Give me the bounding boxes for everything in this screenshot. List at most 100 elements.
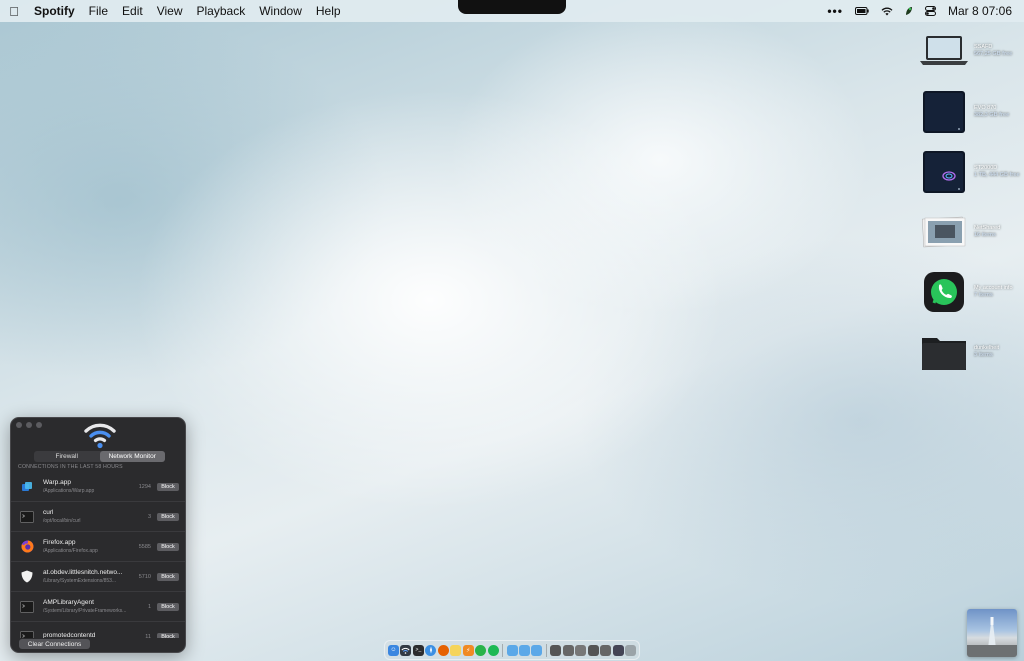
photo-stack-icon [918,208,970,256]
menu-edit[interactable]: Edit [115,4,150,18]
desktop-item-netshared[interactable]: NetShared 16 items [918,204,1024,260]
menu-view[interactable]: View [150,4,190,18]
control-center-icon[interactable] [924,6,936,16]
block-button[interactable]: Block [157,482,179,491]
firefox-icon[interactable] [437,644,449,656]
dock: ☺ >_ ⚡ [384,640,640,660]
desktop-item-label: SSAFD [974,44,993,50]
view-segmented-control: Firewall Network Monitor [34,451,165,462]
list-item[interactable]: curl /opt/local/bin/curl 3 Block [11,502,185,532]
camera-notch [458,0,566,14]
desktop-item-st2000d[interactable]: ST2000D 1 TB, 444 GB free [918,144,1024,200]
menu-clock[interactable]: Mar 8 07:06 [948,4,1012,18]
window-controls [16,422,42,428]
window-icon[interactable] [550,644,562,656]
desktop-item-label: dunkelheit [974,345,1000,351]
tab-network-monitor[interactable]: Network Monitor [99,451,165,462]
menu-window[interactable]: Window [252,4,309,18]
list-item[interactable]: AMPLibraryAgent /System/Library/PrivateF… [11,592,185,622]
connection-count: 5710 [138,573,151,580]
leaf-icon[interactable] [905,6,913,16]
connections-header: CONNECTIONS IN THE LAST 58 HOURS [18,464,123,470]
zoom-button[interactable] [36,422,42,428]
process-path: /System/Library/PrivateFrameworks... [43,608,127,614]
laptop-icon [918,27,970,75]
dock-separator [545,643,547,657]
connection-count: 5585 [138,543,151,550]
block-button[interactable]: Block [157,572,179,581]
external-drive-icon [918,148,970,196]
list-item[interactable]: at.obdev.littlesnitch.netwo... /Library/… [11,562,185,592]
window-icon[interactable] [600,644,612,656]
little-snitch-window: Firewall Network Monitor CONNECTIONS IN … [10,417,186,653]
desktop-item-dunkelheit[interactable]: dunkelheit 3 items [918,324,1024,380]
menu-bar:  Spotify File Edit View Playback Window… [0,0,1024,22]
clear-connections-button[interactable]: Clear Connections [19,639,90,649]
close-button[interactable] [16,422,22,428]
notes-icon[interactable] [450,644,462,656]
little-snitch-logo-icon [84,421,116,449]
folder-icon[interactable] [519,644,530,656]
firefox-icon [19,540,35,554]
desktop-item-sub: 3 items [974,352,993,358]
desktop-item-sub: 1 TB, 444 GB free [974,172,1020,178]
terminal-icon [19,510,35,524]
process-path: /Applications/Firefox.app [43,548,98,554]
finder-icon[interactable]: ☺ [388,644,399,656]
menu-app-name[interactable]: Spotify [28,4,82,18]
desktop-item-my-account-info[interactable]: My account info 7 items [918,264,1024,320]
block-button[interactable]: Block [157,632,179,638]
desktop-item-label: NetShared [974,225,1001,231]
list-item[interactable]: Firefox.app /Applications/Firefox.app 55… [11,532,185,562]
desktop-item-sub: 382,3 GB free [974,112,1010,118]
connection-count: 1 [147,603,151,610]
window-icon[interactable] [575,644,587,656]
little-snitch-icon[interactable] [400,644,412,656]
screenshot-thumbnail[interactable] [967,609,1017,657]
list-item[interactable]: Warp.app /Applications/Warp.app 1294 Blo… [11,472,185,502]
safari-icon[interactable] [425,644,437,656]
dock-separator [502,643,504,657]
process-name: at.obdev.littlesnitch.netwo... [43,569,123,576]
wifi-icon[interactable] [881,7,893,16]
desktop-item-evo[interactable]: EVO 870 382,3 GB free [918,84,1024,140]
spotify-icon[interactable] [487,644,499,656]
process-name: Warp.app [43,479,71,486]
menu-file[interactable]: File [82,4,115,18]
connections-list: Warp.app /Applications/Warp.app 1294 Blo… [11,472,185,638]
terminal-icon[interactable]: >_ [412,644,424,656]
process-name: promotedcontentd [43,632,96,638]
trash-icon[interactable] [625,644,637,656]
folder-icon[interactable] [531,644,543,656]
window-icon[interactable] [562,644,574,656]
block-button[interactable]: Block [157,602,179,611]
desktop-item-sub: 7 items [974,292,993,298]
tab-firewall[interactable]: Firewall [34,451,100,462]
menu-help[interactable]: Help [309,4,348,18]
menu-playback[interactable]: Playback [190,4,253,18]
list-item[interactable]: promotedcontentd 11 Block [11,622,185,638]
desktop-item-ssafd[interactable]: SSAFD 567,25 GB free [918,23,1024,79]
connection-count: 1294 [138,483,151,490]
process-name: Firefox.app [43,539,76,546]
window-icon[interactable] [587,644,599,656]
terminal-icon [19,630,35,638]
battery-icon[interactable] [854,7,869,15]
more-icon[interactable]: ••• [827,4,843,18]
process-path: /opt/local/bin/curl [43,518,81,524]
desktop-item-label: ST2000D [974,165,998,171]
shield-icon [19,570,35,584]
terminal-icon [19,600,35,614]
whatsapp-icon[interactable] [475,644,487,656]
folder-icon[interactable] [506,644,518,656]
minimize-button[interactable] [26,422,32,428]
apple-menu-icon[interactable]:  [0,4,28,19]
window-icon[interactable] [612,644,624,656]
process-name: AMPLibraryAgent [43,599,94,606]
desktop-item-label: My account info [974,285,1013,291]
block-button[interactable]: Block [157,542,179,551]
process-path: /Library/SystemExtensions/853... [43,578,117,584]
reeder-icon[interactable]: ⚡ [462,644,474,656]
desktop-item-label: EVO 870 [974,105,997,111]
block-button[interactable]: Block [157,512,179,521]
